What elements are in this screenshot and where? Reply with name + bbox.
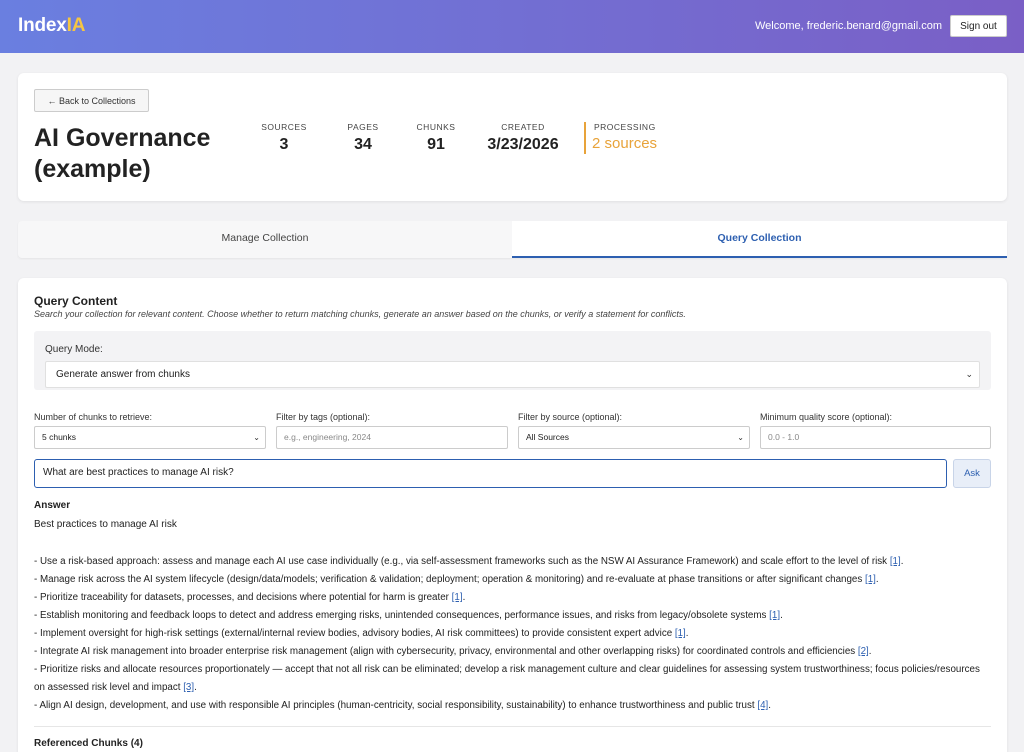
page-title: AI Governance (example) <box>34 124 211 183</box>
stat-label: CHUNKS <box>416 122 456 132</box>
stat-label: PAGES <box>347 122 379 132</box>
citation-link[interactable]: [1] <box>865 574 876 585</box>
collection-header: ← Back to Collections AI Governance (exa… <box>18 73 1007 201</box>
stat-label: CREATED <box>501 122 545 132</box>
tags-filter-label: Filter by tags (optional): <box>276 412 371 422</box>
citation-link[interactable]: [4] <box>757 700 768 711</box>
tab-query-collection[interactable]: Query Collection <box>512 221 1007 258</box>
ask-button[interactable]: Ask <box>953 459 991 488</box>
query-mode-select[interactable]: Generate answer from chunks ⌄ <box>45 361 980 388</box>
citation-link[interactable]: [1] <box>769 610 780 621</box>
answer-item: - Prioritize risks and allocate resource… <box>34 664 980 693</box>
stat-processing: PROCESSING 2 sources <box>584 122 684 154</box>
answer-item: - Align AI design, development, and use … <box>34 700 771 711</box>
source-filter: Filter by source (optional): All Sources… <box>518 412 750 449</box>
chunks-select-value: 5 chunks <box>42 432 77 442</box>
stat-pages: PAGES 34 <box>333 122 393 154</box>
welcome-text: Welcome, frederic.benard@gmail.com <box>754 20 942 32</box>
citation-link[interactable]: [1] <box>890 556 901 567</box>
chevron-down-icon: ⌄ <box>253 433 260 442</box>
source-select-value: All Sources <box>526 432 569 442</box>
stat-value: 91 <box>427 136 445 153</box>
stat-value: 2 sources <box>592 135 658 152</box>
stat-created: CREATED 3/23/2026 <box>478 122 568 154</box>
answer-item: - Manage risk across the AI system lifec… <box>34 574 879 585</box>
chunks-filter: Number of chunks to retrieve: 5 chunks ⌄ <box>34 412 266 449</box>
app-logo[interactable]: IndexIA <box>18 15 85 37</box>
back-to-collections-button[interactable]: ← Back to Collections <box>34 89 149 112</box>
citation-link[interactable]: [1] <box>452 592 463 603</box>
answer-item: - Integrate AI risk management into broa… <box>34 646 872 657</box>
quality-filter-label: Minimum quality score (optional): <box>760 412 893 422</box>
query-mode-value: Generate answer from chunks <box>56 369 190 380</box>
stat-value: 3 <box>279 136 289 153</box>
stat-value: 3/23/2026 <box>487 136 559 153</box>
referenced-chunks-title[interactable]: Referenced Chunks (4) <box>34 738 143 749</box>
tab-manage-collection[interactable]: Manage Collection <box>18 221 512 258</box>
chunks-filter-label: Number of chunks to retrieve: <box>34 412 153 422</box>
citation-link[interactable]: [3] <box>183 682 194 693</box>
stat-sources: SOURCES 3 <box>254 122 314 154</box>
answer-item: - Prioritize traceability for datasets, … <box>34 592 466 603</box>
answer-title: Answer <box>34 500 71 511</box>
tab-bar: Manage Collection Query Collection <box>18 221 1007 258</box>
stat-chunks: CHUNKS 91 <box>406 122 466 154</box>
query-input[interactable]: What are best practices to manage AI ris… <box>34 459 947 488</box>
citation-link[interactable]: [1] <box>675 628 686 639</box>
answer-item: - Implement oversight for high-risk sett… <box>34 628 689 639</box>
chevron-down-icon: ⌄ <box>737 433 744 442</box>
query-title: Query Content <box>34 294 118 308</box>
stat-value: 34 <box>354 136 372 153</box>
divider <box>34 726 991 727</box>
chevron-down-icon: ⌄ <box>965 369 973 379</box>
query-mode-box: Query Mode: Generate answer from chunks … <box>34 331 991 390</box>
source-select[interactable]: All Sources ⌄ <box>518 426 750 449</box>
source-filter-label: Filter by source (optional): <box>518 412 623 422</box>
quality-input[interactable]: 0.0 - 1.0 <box>760 426 991 449</box>
chunks-select[interactable]: 5 chunks ⌄ <box>34 426 266 449</box>
query-mode-label: Query Mode: <box>45 344 103 355</box>
citation-link[interactable]: [2] <box>858 646 869 657</box>
answer-heading: Best practices to manage AI risk <box>34 519 177 530</box>
tags-input[interactable]: e.g., engineering, 2024 <box>276 426 508 449</box>
query-description: Search your collection for relevant cont… <box>34 309 686 319</box>
tags-filter: Filter by tags (optional): e.g., enginee… <box>276 412 508 449</box>
quality-filter: Minimum quality score (optional): 0.0 - … <box>760 412 991 449</box>
answer-list: - Use a risk-based approach: assess and … <box>34 553 984 715</box>
sign-out-button[interactable]: Sign out <box>950 15 1007 37</box>
answer-item: - Establish monitoring and feedback loop… <box>34 610 783 621</box>
answer-item: - Use a risk-based approach: assess and … <box>34 556 904 567</box>
stat-label: SOURCES <box>261 122 307 132</box>
top-bar: IndexIA Welcome, frederic.benard@gmail.c… <box>0 0 1024 53</box>
query-panel: Query Content Search your collection for… <box>18 278 1007 752</box>
stat-label: PROCESSING <box>594 122 656 132</box>
